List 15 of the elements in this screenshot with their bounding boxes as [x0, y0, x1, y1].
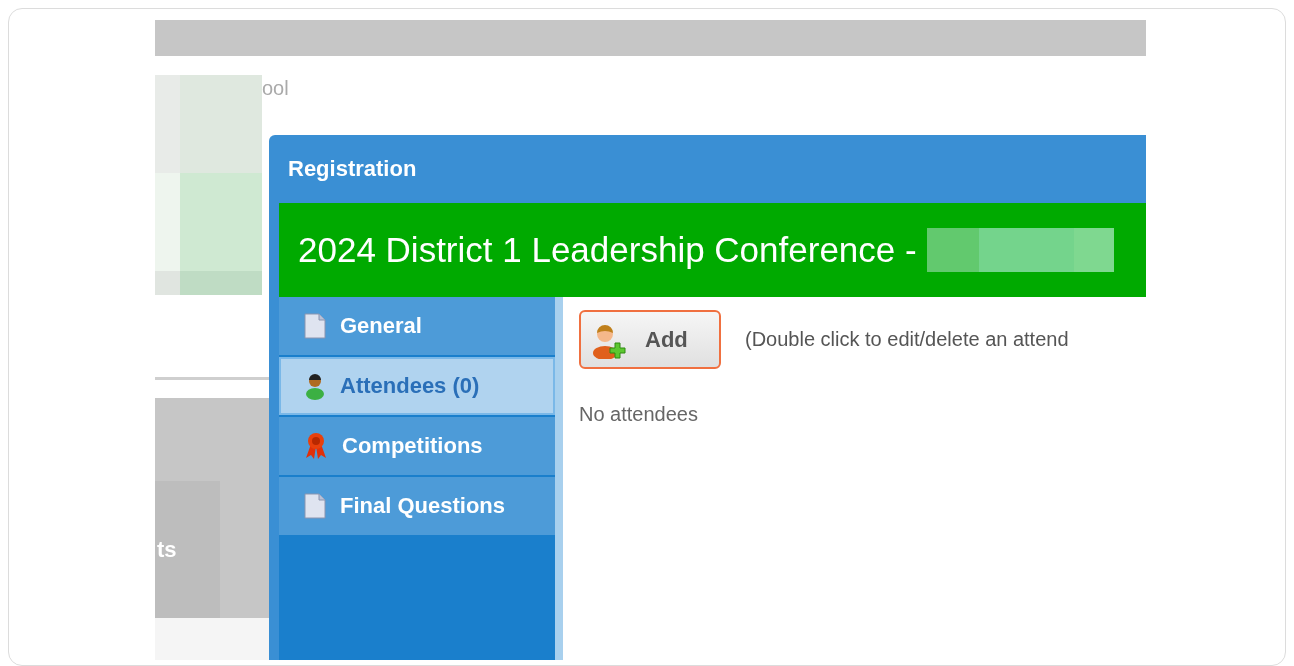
ribbon-icon [304, 432, 328, 460]
nav-item[interactable]: General [279, 297, 555, 355]
nav-item[interactable]: Final Questions [279, 477, 555, 535]
page-icon [304, 493, 326, 519]
person-icon [304, 372, 326, 400]
dialog-title: Registration [288, 156, 417, 182]
nav-item[interactable]: Competitions [279, 417, 555, 475]
hint-text: (Double click to edit/delete an attend [745, 328, 1069, 351]
nav-item[interactable]: Attendees (0) [279, 357, 555, 415]
event-title: 2024 District 1 Leadership Conference - [298, 230, 917, 270]
partial-label: ool [262, 77, 289, 100]
add-button[interactable]: Add [579, 310, 721, 369]
empty-message: No attendees [579, 403, 699, 426]
partial-heading: ts [157, 536, 177, 563]
page-icon [304, 313, 326, 339]
